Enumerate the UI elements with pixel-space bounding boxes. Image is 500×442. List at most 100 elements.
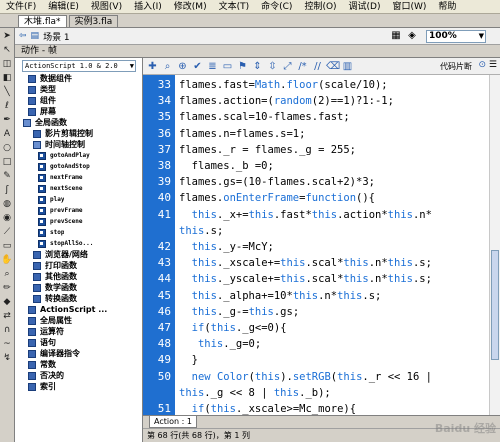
tree-item[interactable]: prevScene [15,216,142,227]
tree-item[interactable]: nextScene [15,183,142,194]
scrollbar-thumb[interactable] [491,250,499,360]
code-line[interactable]: 45 this._alpha+=10*this.n*this.s; [143,288,489,304]
tree-item[interactable]: 运算符 [15,326,142,337]
help-icon[interactable]: ⊙ [478,60,486,70]
menu-item[interactable]: 插入(I) [128,0,168,14]
zoom-tool-icon[interactable]: ⌕ [1,268,13,280]
expand-all-icon[interactable]: ⤢ [281,60,294,73]
free-transform-tool-icon[interactable]: ◫ [1,58,13,70]
tree-item[interactable]: 常数 [15,359,142,370]
add-item-icon[interactable]: ✚ [146,60,159,73]
brush-tool-icon[interactable]: ʃ [1,184,13,196]
arrow-tool-icon[interactable]: ➤ [1,30,13,42]
rectangle-tool-icon[interactable]: □ [1,156,13,168]
find-icon[interactable]: ⌕ [161,60,174,73]
subselect-tool-icon[interactable]: ↖ [1,44,13,56]
tree-item[interactable]: play [15,194,142,205]
code-line[interactable]: this.s; [143,223,489,239]
menu-item[interactable]: 调试(D) [343,0,387,14]
tree-item[interactable]: 编译器指令 [15,348,142,359]
gradient-tool-icon[interactable]: ◧ [1,72,13,84]
tree-item[interactable]: gotoAndPlay [15,150,142,161]
tree-item[interactable]: 其他函数 [15,271,142,282]
tree-item[interactable]: stopAllSo... [15,238,142,249]
code-line[interactable]: 51 if(this._xscale>=Mc_more){ [143,401,489,415]
language-select[interactable]: ActionScript 1.0 & 2.0 ▼ [22,60,136,72]
auto-format-icon[interactable]: ≣ [206,60,219,73]
code-line[interactable]: 49 } [143,352,489,368]
code-line[interactable]: this._g << 8 | this._b); [143,385,489,401]
menu-item[interactable]: 视图(V) [85,0,128,14]
tree-item[interactable]: 转换函数 [15,293,142,304]
uncomment-icon[interactable]: ⌫ [326,60,340,73]
fill-color-icon[interactable]: ◆ [1,296,13,308]
code-line[interactable]: 42 this._y-=McY; [143,239,489,255]
code-line[interactable]: 43 this._xscale+=this.scal*this.n*this.s… [143,255,489,271]
tree-item[interactable]: ActionScript ... [15,304,142,315]
collapse-icon[interactable]: ⇕ [251,60,264,73]
tree-item[interactable]: 全局属性 [15,315,142,326]
tree-item[interactable]: 数据组件 [15,73,142,84]
code-line[interactable]: 44 this._yscale+=this.scal*this.n*this.s… [143,271,489,287]
hand-tool-icon[interactable]: ✋ [1,254,13,266]
tree-item[interactable]: 时间轴控制 [15,139,142,150]
comment-block-icon[interactable]: /* [296,60,309,73]
panel-menu-icon[interactable]: ☰ [489,60,497,70]
pen-tool-icon[interactable]: ✒ [1,114,13,126]
tree-item[interactable]: 数学函数 [15,282,142,293]
eraser-tool-icon[interactable]: ▭ [1,240,13,252]
ink-bottle-tool-icon[interactable]: ◍ [1,198,13,210]
tree-item[interactable]: 否决的 [15,370,142,381]
code-area[interactable]: 33 flames.fast=Math.floor(scale/10); 34 fla… [143,75,489,415]
tree-item[interactable]: 组件 [15,95,142,106]
tree-item[interactable]: 屏幕 [15,106,142,117]
code-line[interactable]: 47 if(this._g<=0){ [143,320,489,336]
comment-line-icon[interactable]: // [311,60,324,73]
menu-item[interactable]: 编辑(E) [42,0,85,14]
tree-item[interactable]: nextFrame [15,172,142,183]
smooth-icon[interactable]: ~ [1,338,13,350]
script-tab-action[interactable]: Action : 1 [149,416,197,428]
code-line[interactable]: 50 new Color(this).setRGB(this._r << 16 … [143,369,489,385]
snap-icon[interactable]: ∩ [1,324,13,336]
tree-item[interactable]: 浏览器/网络 [15,249,142,260]
code-line[interactable]: 41 this._x+=this.fast*this.action*this.n… [143,207,489,223]
tree-item[interactable]: 类型 [15,84,142,95]
menu-item[interactable]: 帮助 [432,0,462,14]
edit-symbol-icon[interactable]: ◈ [406,30,418,42]
code-line[interactable]: 40 flames.onEnterFrame=function(){ [143,190,489,206]
stroke-color-icon[interactable]: ✏ [1,282,13,294]
straighten-icon[interactable]: ↯ [1,352,13,364]
toolbox-toggle-icon[interactable]: ▥ [341,60,354,73]
back-arrow-icon[interactable]: ⇦ [19,31,27,41]
tree-item[interactable]: 影片剪辑控制 [15,128,142,139]
doc-tab-active[interactable]: 木堆.fla* [18,15,67,27]
paint-bucket-tool-icon[interactable]: ◉ [1,212,13,224]
tree-item[interactable]: 全局函数 [15,117,142,128]
vertical-scrollbar[interactable] [489,75,500,415]
target-icon[interactable]: ⊕ [176,60,189,73]
menu-item[interactable]: 命令(C) [255,0,298,14]
code-line[interactable]: 33 flames.fast=Math.floor(scale/10); [143,77,489,93]
eyedropper-tool-icon[interactable]: ⟋ [1,226,13,238]
edit-scene-icon[interactable]: ▦ [390,30,402,42]
code-line[interactable]: 37 flames._r = flames._g = 255; [143,142,489,158]
pencil-tool-icon[interactable]: ✎ [1,170,13,182]
code-line[interactable]: 39 flames.gs=(10-flames.scal+2)*3; [143,174,489,190]
code-snippets-button[interactable]: 代码片断 [440,60,472,73]
menu-item[interactable]: 窗口(W) [387,0,433,14]
code-line[interactable]: 46 this._g-=this.gs; [143,304,489,320]
tree-item[interactable]: 索引 [15,381,142,392]
code-line[interactable]: 48 this._g=0; [143,336,489,352]
check-syntax-icon[interactable]: ✔ [191,60,204,73]
doc-tab[interactable]: 实例3.fla [68,15,119,27]
oval-tool-icon[interactable]: ○ [1,142,13,154]
line-tool-icon[interactable]: ╲ [1,86,13,98]
tree-item[interactable]: 打印函数 [15,260,142,271]
debug-options-icon[interactable]: ⚑ [236,60,249,73]
tree-item[interactable]: 语句 [15,337,142,348]
tree-item[interactable]: gotoAndStop [15,161,142,172]
code-line[interactable]: 35 flames.scal=10-flames.fast; [143,109,489,125]
text-tool-icon[interactable]: A [1,128,13,140]
zoom-select[interactable]: 100% ▼ [426,30,486,43]
